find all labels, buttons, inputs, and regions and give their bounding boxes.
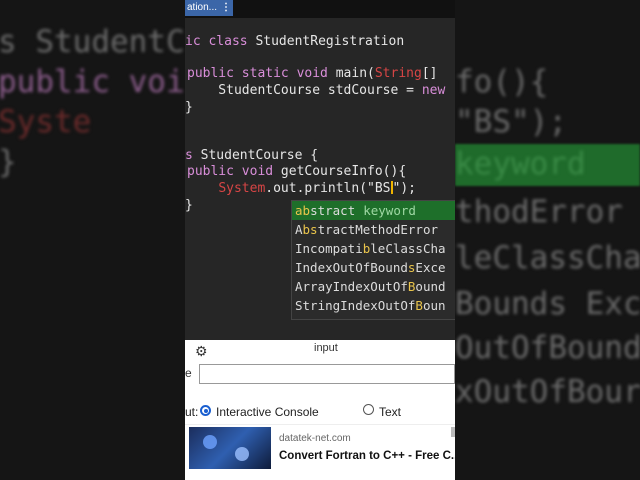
autocomplete-text: leClassCha [370, 241, 446, 256]
ad-thumbnail[interactable] [189, 427, 271, 469]
code-token: "); [392, 181, 416, 196]
bg-text: leClassCha [455, 240, 640, 276]
autocomplete-text: tractMethodError [317, 222, 439, 237]
phone-screen: ation... ⋮ ic class StudentRegistration p… [185, 0, 455, 480]
file-tab[interactable]: ation... ⋮ [185, 0, 233, 16]
autocomplete-text: stract [310, 203, 356, 218]
code-token: StudentCourse { [200, 148, 319, 163]
autocomplete-text: ab [295, 203, 311, 218]
code-line: ic class StudentRegistration [185, 34, 404, 50]
autocomplete-hint: keyword [363, 203, 416, 218]
bg-text: fo(){ [455, 64, 549, 100]
code-token: main( [335, 66, 375, 81]
autocomplete-item[interactable]: IncompatibleClassCha [292, 239, 455, 258]
code-token: ic class [185, 34, 256, 49]
autocomplete-text: B [415, 298, 423, 313]
code-token: s [185, 148, 201, 163]
code-token: } [185, 198, 193, 213]
autocomplete-text: oun [422, 298, 446, 313]
code-token: [] [421, 66, 438, 81]
bg-text: OutOfBound [455, 330, 640, 366]
bg-text: "BS"); [455, 104, 567, 140]
io-mode-label: ut: [185, 405, 199, 419]
code-line: public void getCourseInfo(){ [187, 164, 406, 180]
ad-banner[interactable]: datatek-net.com Convert Fortran to C++ -… [185, 424, 455, 475]
stdin-input[interactable] [199, 364, 455, 384]
bg-text: thodError [455, 194, 623, 230]
code-token: StudentRegistration [255, 34, 405, 49]
code-line: s StudentCourse { [185, 148, 318, 164]
code-token: String [374, 66, 422, 81]
autocomplete-item[interactable]: IndexOutOfBoundsExce [292, 258, 455, 277]
interactive-console-radio[interactable] [200, 405, 211, 416]
gear-icon[interactable]: ⚙ [195, 343, 208, 360]
background-right-blur: fo(){ "BS"); keyword thodError leClassCh… [455, 0, 640, 480]
autocomplete-item[interactable]: StringIndexOutOfBoun [292, 296, 455, 315]
bg-text: xOutOfBour [455, 374, 640, 410]
bg-text: Syste [0, 104, 92, 140]
code-line: } [185, 100, 193, 116]
code-editor[interactable]: ic class StudentRegistration public stati… [185, 18, 455, 340]
autocomplete-popup: abstract keyword AbstractMethodError Incomp… [291, 200, 455, 320]
autocomplete-text: A [295, 222, 303, 237]
ad-title[interactable]: Convert Fortran to C++ - Free C... [279, 450, 455, 462]
code-line: System.out.println("BS "); [187, 181, 416, 197]
text-radio-label[interactable]: Text [379, 405, 401, 419]
code-token: new [421, 83, 446, 98]
autocomplete-text: StringIndexOutOf [295, 298, 416, 313]
autocomplete-text: Incompati [295, 241, 363, 256]
text-radio[interactable] [363, 404, 374, 415]
background-left-blur: s StudentC public voi Syste } [0, 0, 185, 480]
panel-title: input [314, 342, 338, 354]
input-panel: ⚙ input e ut: Interactive Console Text d… [185, 340, 455, 480]
stdin-label: e [185, 366, 192, 380]
autocomplete-item[interactable]: ArrayIndexOutOfBound [292, 277, 455, 296]
code-token: } [185, 100, 193, 115]
code-token: .out.println("BS [265, 181, 391, 196]
autocomplete-text: ArrayIndexOutOf [295, 279, 408, 294]
autocomplete-list: abstract keyword AbstractMethodError Incomp… [292, 201, 455, 315]
bg-text: s StudentC [0, 24, 185, 60]
code-token: public static void [187, 66, 336, 81]
bg-text: keyword [455, 146, 586, 182]
file-tab-label: ation... [187, 2, 218, 13]
autocomplete-item[interactable]: AbstractMethodError [292, 220, 455, 239]
ad-domain[interactable]: datatek-net.com [279, 433, 351, 444]
bg-text: } [0, 144, 17, 180]
code-token: System [218, 181, 266, 196]
interactive-console-label[interactable]: Interactive Console [216, 405, 319, 419]
code-line: StudentCourse stdCourse = new [187, 83, 445, 99]
autocomplete-text: bs [302, 222, 318, 237]
more-menu-icon[interactable]: ⋮ [221, 0, 231, 16]
bg-text: Bounds Exce [455, 286, 640, 322]
code-line: public static void main(String[] [187, 66, 437, 82]
autocomplete-item[interactable]: abstract keyword [292, 201, 455, 220]
bg-text: public voi [0, 64, 185, 100]
code-line: } [185, 198, 193, 214]
code-token: getCourseInfo(){ [280, 164, 407, 179]
code-token: public void [187, 164, 281, 179]
autocomplete-text: ound [415, 279, 446, 294]
code-token: StudentCourse stdCourse = [187, 83, 422, 98]
autocomplete-text: Exce [415, 260, 446, 275]
ad-info-icon[interactable] [451, 427, 455, 437]
autocomplete-text: IndexOutOfBound [295, 260, 408, 275]
